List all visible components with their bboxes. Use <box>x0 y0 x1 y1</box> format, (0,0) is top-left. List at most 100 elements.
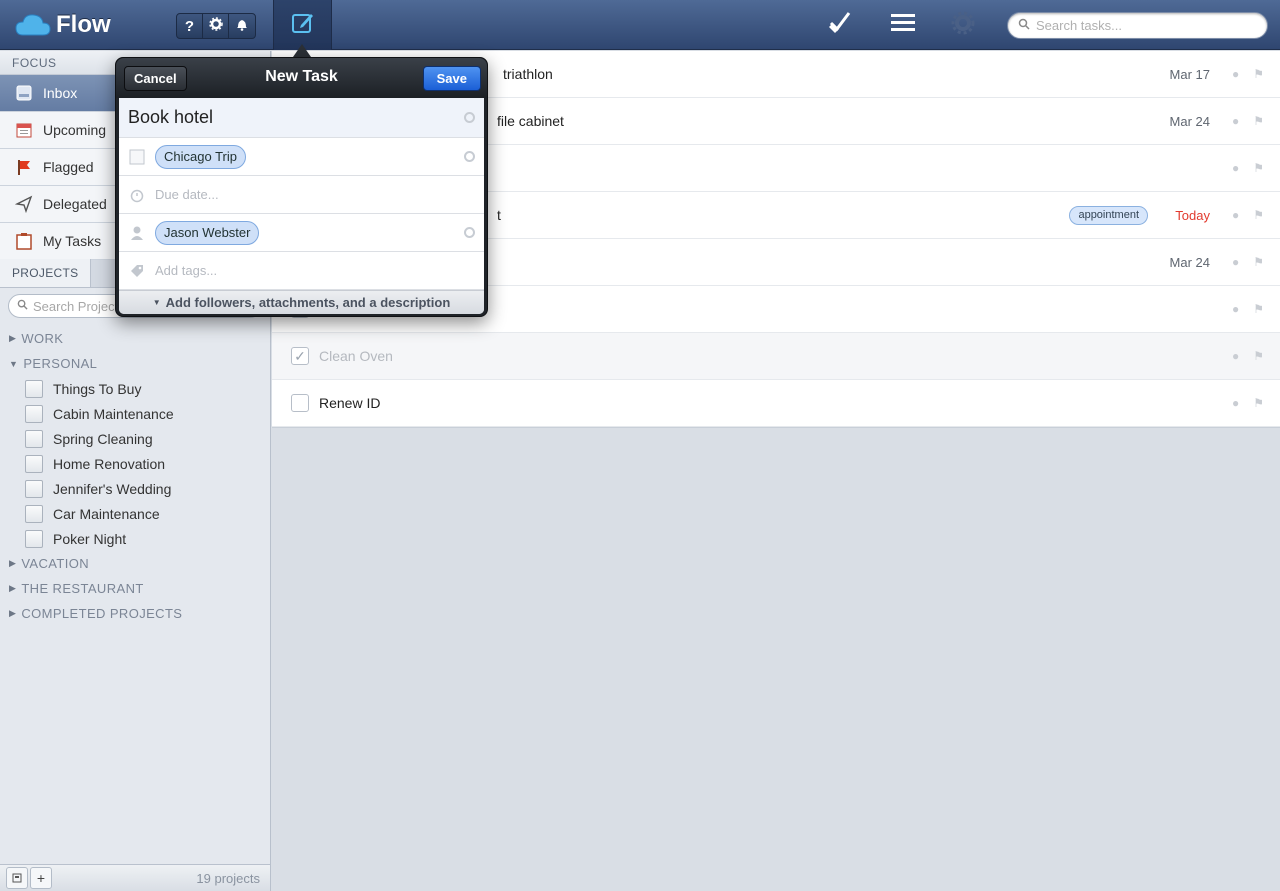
bell-icon <box>235 17 249 35</box>
project-row[interactable]: Chicago Trip <box>119 138 484 176</box>
task-settings-button[interactable] <box>948 11 978 39</box>
broom-icon <box>825 9 853 42</box>
group-work[interactable]: ▶ WORK <box>0 326 270 351</box>
project-item[interactable]: Jennifer's Wedding <box>0 476 270 501</box>
my-tasks-icon <box>14 231 34 251</box>
project-item[interactable]: Cabin Maintenance <box>0 401 270 426</box>
clear-icon[interactable] <box>464 151 475 162</box>
comment-icon[interactable]: ● <box>1232 349 1239 363</box>
flag-icon[interactable]: ⚑ <box>1253 349 1264 363</box>
project-search-input[interactable] <box>33 298 123 314</box>
archive-button[interactable] <box>6 867 28 889</box>
tags-row[interactable]: Add tags... <box>119 252 484 290</box>
flag-icon[interactable]: ⚑ <box>1253 114 1264 128</box>
assignee-row[interactable]: Jason Webster <box>119 214 484 252</box>
project-icon <box>25 454 43 473</box>
group-completed-projects[interactable]: ▶ COMPLETED PROJECTS <box>0 601 270 626</box>
flag-icon[interactable]: ⚑ <box>1253 161 1264 175</box>
project-pill[interactable]: Chicago Trip <box>155 144 246 169</box>
list-icon <box>890 12 916 39</box>
task-name-input[interactable] <box>128 107 448 128</box>
settings-button[interactable] <box>203 14 229 38</box>
group-the-restaurant[interactable]: ▶ THE RESTAURANT <box>0 576 270 601</box>
flag-icon[interactable]: ⚑ <box>1253 396 1264 410</box>
project-item[interactable]: Home Renovation <box>0 451 270 476</box>
help-button[interactable]: ? <box>177 14 203 38</box>
task-row[interactable]: Renew ID ● ⚑ <box>272 380 1280 427</box>
tag-icon <box>128 262 146 280</box>
alarm-clock-icon <box>128 186 146 204</box>
sidebar-item-label: My Tasks <box>43 233 102 249</box>
tab-projects[interactable]: PROJECTS <box>0 259 92 287</box>
group-label: PERSONAL <box>23 356 98 371</box>
project-item[interactable]: Poker Night <box>0 526 270 551</box>
task-tag[interactable]: appointment <box>1069 205 1148 225</box>
popover-header: Cancel New Task Save <box>116 58 487 98</box>
flag-icon[interactable]: ⚑ <box>1253 208 1264 222</box>
search-input[interactable] <box>1036 18 1256 33</box>
cleanup-button[interactable] <box>824 11 854 39</box>
project-icon <box>25 504 43 523</box>
group-label: VACATION <box>21 556 90 571</box>
more-options-toggle[interactable]: ▼ Add followers, attachments, and a desc… <box>119 290 484 314</box>
project-item[interactable]: Things To Buy <box>0 376 270 401</box>
task-checkbox[interactable] <box>291 394 309 412</box>
comment-icon[interactable]: ● <box>1232 208 1239 222</box>
project-label: Jennifer's Wedding <box>53 480 172 497</box>
notifications-button[interactable] <box>229 14 255 38</box>
group-personal[interactable]: ▼ PERSONAL <box>0 351 270 376</box>
clear-icon[interactable] <box>464 112 475 123</box>
save-button[interactable]: Save <box>422 66 481 91</box>
project-label: Cabin Maintenance <box>53 405 174 422</box>
disclosure-right-icon: ▶ <box>9 333 17 343</box>
flag-icon[interactable]: ⚑ <box>1253 255 1264 269</box>
task-due-date: Today <box>1175 207 1210 223</box>
clear-icon[interactable] <box>464 227 475 238</box>
disclosure-down-icon: ▼ <box>9 358 19 369</box>
project-item[interactable]: Car Maintenance <box>0 501 270 526</box>
comment-icon[interactable]: ● <box>1232 302 1239 316</box>
task-search <box>1007 12 1268 39</box>
list-view-button[interactable] <box>888 11 918 39</box>
new-task-button[interactable] <box>273 0 332 50</box>
group-vacation[interactable]: ▶ VACATION <box>0 551 270 576</box>
project-count: 19 projects <box>196 870 260 886</box>
app-title: Flow <box>56 11 111 38</box>
project-tree: ▶ WORK ▼ PERSONAL Things To Buy Cabin Ma… <box>0 326 270 626</box>
due-date-row[interactable]: Due date... <box>119 176 484 214</box>
comment-icon[interactable]: ● <box>1232 396 1239 410</box>
group-label: WORK <box>21 331 64 346</box>
utility-buttons: ? <box>176 13 256 39</box>
cloud-icon <box>15 14 51 36</box>
comment-icon[interactable]: ● <box>1232 161 1239 175</box>
task-meta: ● ⚑ <box>1232 161 1264 175</box>
popover-arrow <box>293 44 311 57</box>
delegated-icon <box>14 194 34 214</box>
task-checkbox-checked[interactable]: ✓ <box>291 347 309 365</box>
comment-icon[interactable]: ● <box>1232 255 1239 269</box>
sidebar-item-label: Inbox <box>43 85 78 101</box>
person-icon <box>128 224 146 242</box>
add-project-button[interactable]: + <box>30 867 52 889</box>
flag-icon[interactable]: ⚑ <box>1253 67 1264 81</box>
assignee-pill[interactable]: Jason Webster <box>155 220 260 245</box>
compose-icon <box>289 9 317 42</box>
calendar-icon <box>14 120 34 140</box>
task-title: t <box>497 207 501 223</box>
project-icon <box>25 429 43 448</box>
flag-icon[interactable]: ⚑ <box>1253 302 1264 316</box>
project-label: Car Maintenance <box>53 505 160 522</box>
project-item[interactable]: Spring Cleaning <box>0 426 270 451</box>
gear-icon <box>208 17 223 35</box>
task-row[interactable]: ✓ Clean Oven ● ⚑ <box>272 333 1280 380</box>
search-icon <box>1018 17 1030 35</box>
search-icon <box>17 297 28 315</box>
comment-icon[interactable]: ● <box>1232 67 1239 81</box>
top-bar: Flow ? <box>0 0 1280 50</box>
more-options-label: Add followers, attachments, and a descri… <box>165 295 451 310</box>
task-meta: ● ⚑ <box>1232 396 1264 410</box>
task-meta: ● ⚑ <box>1232 349 1264 363</box>
comment-icon[interactable]: ● <box>1232 114 1239 128</box>
task-name-row <box>119 98 484 138</box>
flag-icon <box>14 157 34 177</box>
